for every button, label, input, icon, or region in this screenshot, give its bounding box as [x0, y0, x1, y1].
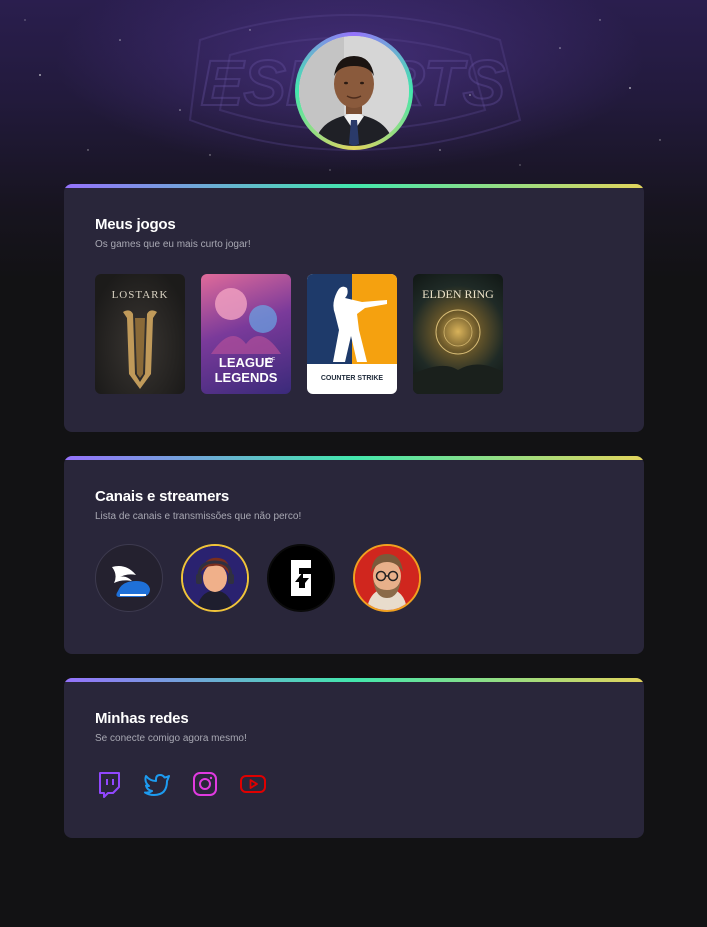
- twitter-link[interactable]: [143, 770, 171, 798]
- section-subtitle: Lista de canais e transmissões que não p…: [95, 511, 302, 522]
- games-card: Meus jogos Os games que eu mais curto jo…: [64, 184, 644, 432]
- section-subtitle: Se conecte comigo agora mesmo!: [95, 733, 247, 744]
- section-subtitle: Os games que eu mais curto jogar!: [95, 239, 251, 250]
- lol-logo-line2: LEGENDS: [215, 370, 278, 385]
- streamer-4[interactable]: [353, 544, 421, 612]
- twitch-icon: [99, 772, 120, 798]
- twitter-icon: [144, 774, 170, 796]
- lol-logo-of: OF: [267, 358, 276, 364]
- game-elden-ring[interactable]: ELDEN RING: [413, 274, 503, 394]
- streamer-2[interactable]: [181, 544, 249, 612]
- instagram-link[interactable]: [191, 770, 219, 798]
- elden-ring-logo: ELDEN RING: [422, 287, 494, 301]
- profile-avatar: [295, 32, 413, 150]
- socials-card: Minhas redes Se conecte comigo agora mes…: [64, 678, 644, 838]
- cs-logo: COUNTER STRIKE: [321, 375, 384, 382]
- socials-list: [95, 770, 613, 798]
- games-list: LOSTARK LEAGUE OF LEGENDS COUNTER STRIKE: [95, 274, 613, 394]
- streamers-card: Canais e streamers Lista de canais e tra…: [64, 456, 644, 654]
- game-counter-strike[interactable]: COUNTER STRIKE: [307, 274, 397, 394]
- section-title: Minhas redes: [95, 710, 189, 727]
- section-title: Canais e streamers: [95, 488, 229, 505]
- section-title: Meus jogos: [95, 216, 176, 233]
- lol-logo-line1: LEAGUE: [219, 355, 274, 370]
- youtube-icon: [240, 775, 266, 793]
- streamer-3[interactable]: [267, 544, 335, 612]
- streamers-list: [95, 544, 613, 612]
- lost-ark-logo: LOSTARK: [112, 289, 169, 301]
- game-league-of-legends[interactable]: LEAGUE OF LEGENDS: [201, 274, 291, 394]
- winged-shoe-icon: [112, 566, 150, 597]
- streamer-1[interactable]: [95, 544, 163, 612]
- rainbow-six-icon: [269, 546, 333, 610]
- twitch-link[interactable]: [95, 770, 123, 798]
- youtube-link[interactable]: [239, 770, 267, 798]
- instagram-icon: [193, 772, 217, 796]
- game-lost-ark[interactable]: LOSTARK: [95, 274, 185, 394]
- bearded-avatar-icon: [355, 546, 419, 610]
- gamer-avatar-icon: [183, 546, 247, 610]
